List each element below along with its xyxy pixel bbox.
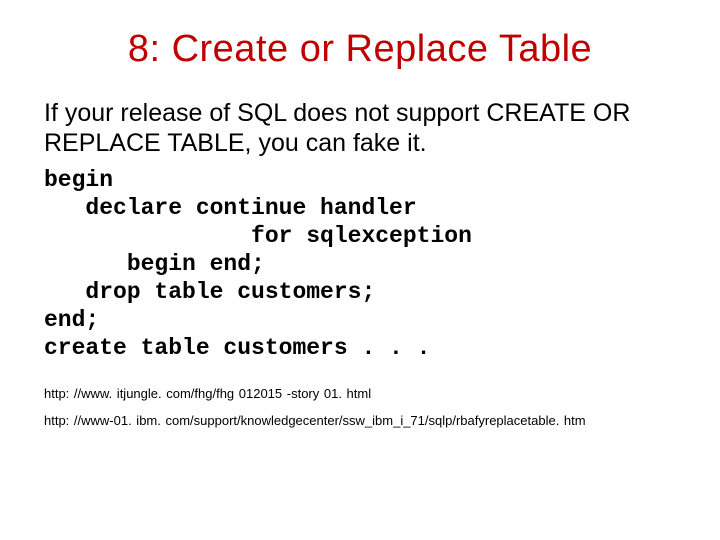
slide-body-text: If your release of SQL does not support … bbox=[44, 99, 676, 158]
reference-link-1: http: //www. itjungle. com/fhg/fhg 01201… bbox=[44, 386, 676, 403]
slide-title: 8: Create or Replace Table bbox=[44, 28, 676, 71]
code-block: begin declare continue handler for sqlex… bbox=[44, 166, 676, 362]
slide: 8: Create or Replace Table If your relea… bbox=[0, 0, 720, 540]
reference-link-2: http: //www-01. ibm. com/support/knowled… bbox=[44, 413, 676, 430]
